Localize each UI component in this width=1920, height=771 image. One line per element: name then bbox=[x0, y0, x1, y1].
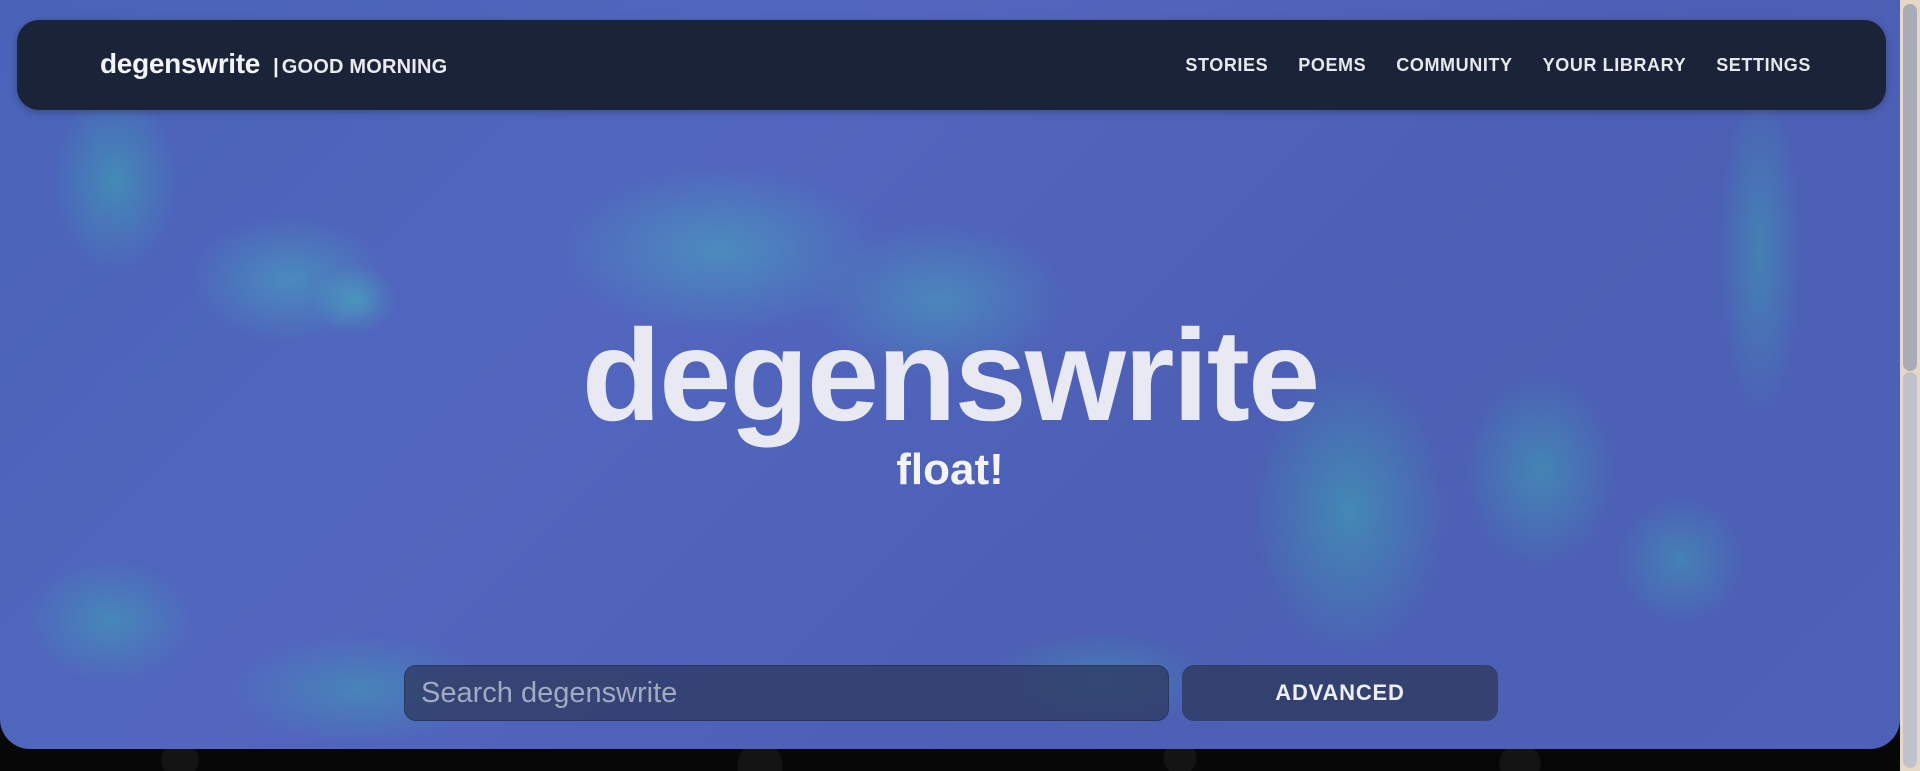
nav-link-community[interactable]: COMMUNITY bbox=[1396, 55, 1512, 76]
advanced-search-button[interactable]: ADVANCED bbox=[1182, 665, 1498, 721]
greeting-text: GOOD MORNING bbox=[281, 56, 448, 78]
hero-title: degenswrite bbox=[581, 302, 1321, 448]
main-nav: STORIES POEMS COMMUNITY YOUR LIBRARY SET… bbox=[1185, 55, 1811, 76]
nav-link-poems[interactable]: POEMS bbox=[1298, 55, 1366, 76]
nav-link-settings[interactable]: SETTINGS bbox=[1716, 55, 1811, 76]
scrollbar-lower-track bbox=[1903, 372, 1917, 768]
hero-section: degenswrite | GOOD MORNING STORIES POEMS… bbox=[0, 0, 1900, 749]
brand-separator: | bbox=[273, 56, 279, 78]
brand: degenswrite | GOOD MORNING bbox=[100, 48, 447, 80]
search-input[interactable] bbox=[404, 665, 1169, 721]
top-navbar: degenswrite | GOOD MORNING STORIES POEMS… bbox=[17, 20, 1886, 110]
nav-link-your-library[interactable]: YOUR LIBRARY bbox=[1543, 55, 1687, 76]
hero-subtitle: float! bbox=[896, 445, 1004, 494]
scrollbar-thumb[interactable] bbox=[1903, 4, 1917, 371]
brand-logo-text[interactable]: degenswrite bbox=[100, 48, 260, 80]
nav-link-stories[interactable]: STORIES bbox=[1185, 55, 1268, 76]
